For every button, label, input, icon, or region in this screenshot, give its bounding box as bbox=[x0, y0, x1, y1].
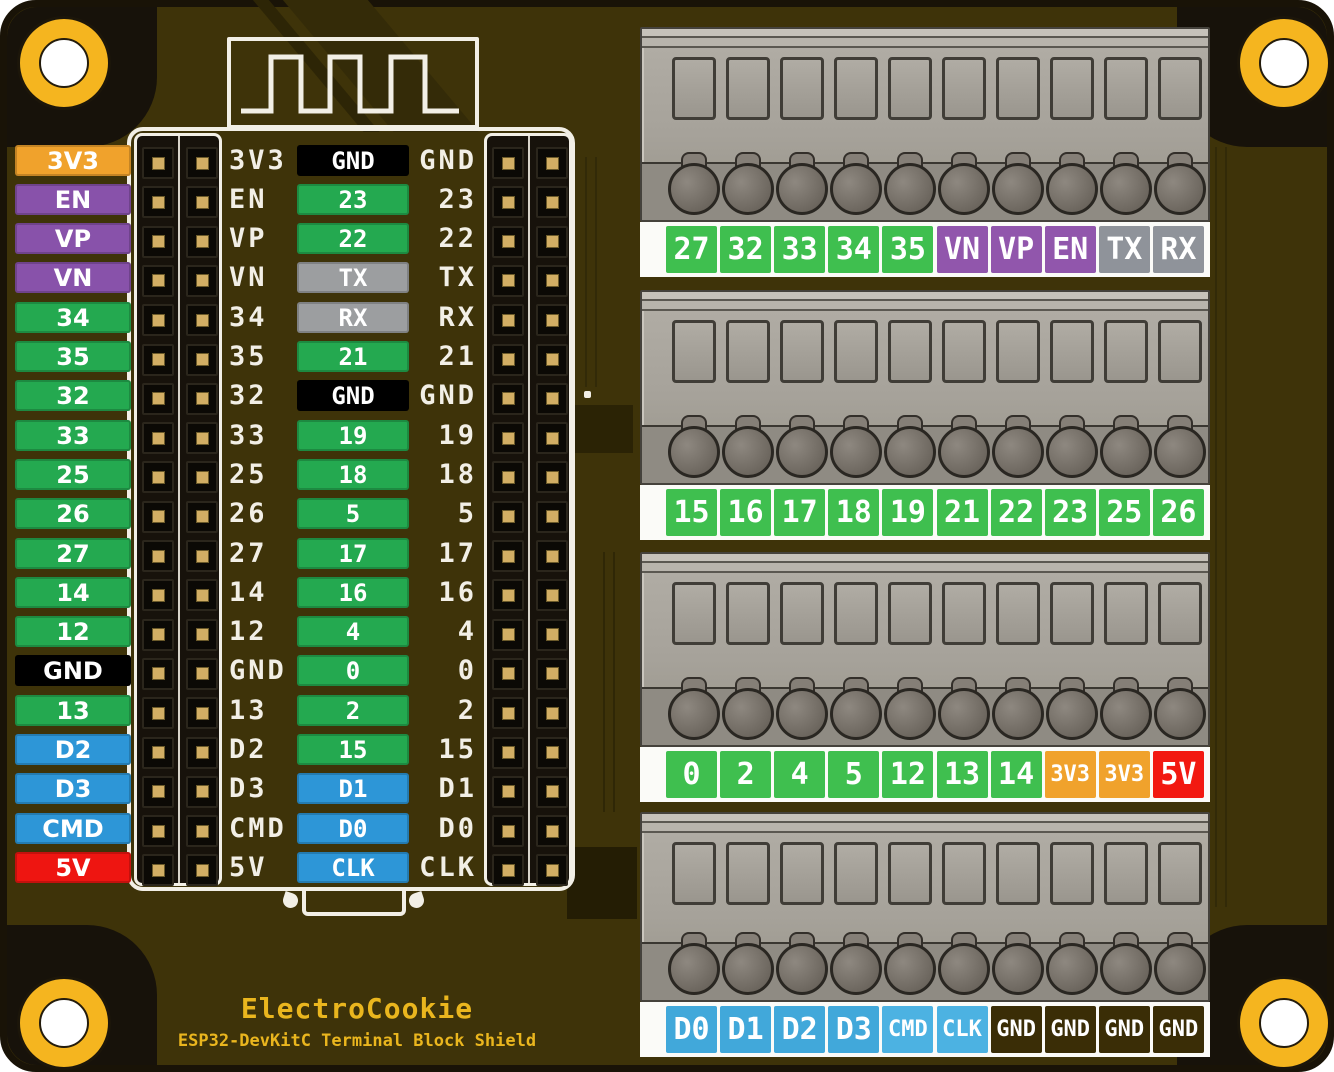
silkscreen-label-left: 35 bbox=[229, 341, 293, 372]
left-label-box-vp: VP bbox=[15, 223, 131, 254]
silkscreen-label-right: TX bbox=[403, 262, 477, 293]
silkscreen-label-left: VN bbox=[229, 262, 293, 293]
silkscreen-label-left: 27 bbox=[229, 538, 293, 569]
mid-label-box-23: 23 bbox=[297, 184, 409, 215]
silkscreen-label-right: 22 bbox=[403, 223, 477, 254]
left-label-box-gnd: GND bbox=[15, 655, 131, 686]
silkscreen-label-right: 23 bbox=[403, 184, 477, 215]
left-label-box-34: 34 bbox=[15, 302, 131, 333]
mid-label-box-15: 15 bbox=[297, 734, 409, 765]
silkscreen-label-right: D0 bbox=[403, 813, 477, 844]
left-label-box-cmd: CMD bbox=[15, 813, 131, 844]
silkscreen-label-right: D1 bbox=[403, 773, 477, 804]
silkscreen-label-right: GND bbox=[403, 145, 477, 176]
left-label-box-14: 14 bbox=[15, 577, 131, 608]
silkscreen-label-right: CLK bbox=[403, 852, 477, 883]
silkscreen-label-left: 13 bbox=[229, 695, 293, 726]
silkscreen-label-left: 14 bbox=[229, 577, 293, 608]
mid-label-box-5: 5 bbox=[297, 498, 409, 529]
silkscreen-label-left: VP bbox=[229, 223, 293, 254]
silkscreen-label-left: 26 bbox=[229, 498, 293, 529]
mid-label-box-d1: D1 bbox=[297, 773, 409, 804]
silkscreen-label-right: GND bbox=[403, 380, 477, 411]
silkscreen-label-right: 19 bbox=[403, 420, 477, 451]
mid-label-box-rx: RX bbox=[297, 302, 409, 333]
mid-label-box-18: 18 bbox=[297, 459, 409, 490]
silkscreen-label-right: 4 bbox=[403, 616, 477, 647]
mid-label-box-gnd: GND bbox=[297, 380, 409, 411]
left-label-box-d2: D2 bbox=[15, 734, 131, 765]
left-label-box-vn: VN bbox=[15, 262, 131, 293]
board-subtitle: ESP32-DevKitC Terminal Block Shield bbox=[77, 1031, 637, 1051]
pin-label-rows: 3V33V3GNDGNDENEN2323VPVP2222VNVNTXTX3434… bbox=[7, 7, 1327, 1065]
silkscreen-label-left: 32 bbox=[229, 380, 293, 411]
left-label-box-12: 12 bbox=[15, 616, 131, 647]
silkscreen-label-right: 5 bbox=[403, 498, 477, 529]
mid-label-box-19: 19 bbox=[297, 420, 409, 451]
left-label-box-13: 13 bbox=[15, 695, 131, 726]
left-label-box-32: 32 bbox=[15, 380, 131, 411]
mid-label-box-tx: TX bbox=[297, 262, 409, 293]
left-label-box-27: 27 bbox=[15, 538, 131, 569]
silkscreen-label-left: GND bbox=[229, 655, 293, 686]
left-label-box-en: EN bbox=[15, 184, 131, 215]
pcb-board: 3V33V3GNDGNDENEN2323VPVP2222VNVNTXTX3434… bbox=[0, 0, 1334, 1072]
silkscreen-label-left: D2 bbox=[229, 734, 293, 765]
brand-name: ElectroCookie bbox=[77, 992, 637, 1025]
silkscreen-label-left: 34 bbox=[229, 302, 293, 333]
silkscreen-label-left: 3V3 bbox=[229, 145, 293, 176]
silkscreen-label-left: CMD bbox=[229, 813, 293, 844]
silkscreen-label-right: 0 bbox=[403, 655, 477, 686]
silkscreen-label-left: 25 bbox=[229, 459, 293, 490]
mid-label-box-d0: D0 bbox=[297, 813, 409, 844]
silkscreen-label-left: EN bbox=[229, 184, 293, 215]
left-label-box-33: 33 bbox=[15, 420, 131, 451]
silkscreen-label-right: 2 bbox=[403, 695, 477, 726]
mid-label-box-4: 4 bbox=[297, 616, 409, 647]
brand-block: ElectroCookie ESP32-DevKitC Terminal Blo… bbox=[77, 992, 637, 1051]
left-label-box-25: 25 bbox=[15, 459, 131, 490]
silkscreen-label-left: 12 bbox=[229, 616, 293, 647]
left-label-box-35: 35 bbox=[15, 341, 131, 372]
mid-label-box-2: 2 bbox=[297, 695, 409, 726]
left-label-box-5v: 5V bbox=[15, 852, 131, 883]
mid-label-box-21: 21 bbox=[297, 341, 409, 372]
mid-label-box-17: 17 bbox=[297, 538, 409, 569]
mid-label-box-gnd: GND bbox=[297, 145, 409, 176]
silkscreen-label-right: RX bbox=[403, 302, 477, 333]
left-label-box-3v3: 3V3 bbox=[15, 145, 131, 176]
mid-label-box-0: 0 bbox=[297, 655, 409, 686]
left-label-box-26: 26 bbox=[15, 498, 131, 529]
silkscreen-label-right: 17 bbox=[403, 538, 477, 569]
silkscreen-label-right: 18 bbox=[403, 459, 477, 490]
product-image: 3V33V3GNDGNDENEN2323VPVP2222VNVNTXTX3434… bbox=[0, 0, 1334, 1072]
mid-label-box-22: 22 bbox=[297, 223, 409, 254]
silkscreen-label-right: 16 bbox=[403, 577, 477, 608]
silkscreen-label-right: 21 bbox=[403, 341, 477, 372]
silkscreen-label-left: 5V bbox=[229, 852, 293, 883]
silkscreen-label-right: 15 bbox=[403, 734, 477, 765]
mid-label-box-clk: CLK bbox=[297, 852, 409, 883]
left-label-box-d3: D3 bbox=[15, 773, 131, 804]
silkscreen-label-left: D3 bbox=[229, 773, 293, 804]
silkscreen-label-left: 33 bbox=[229, 420, 293, 451]
mid-label-box-16: 16 bbox=[297, 577, 409, 608]
